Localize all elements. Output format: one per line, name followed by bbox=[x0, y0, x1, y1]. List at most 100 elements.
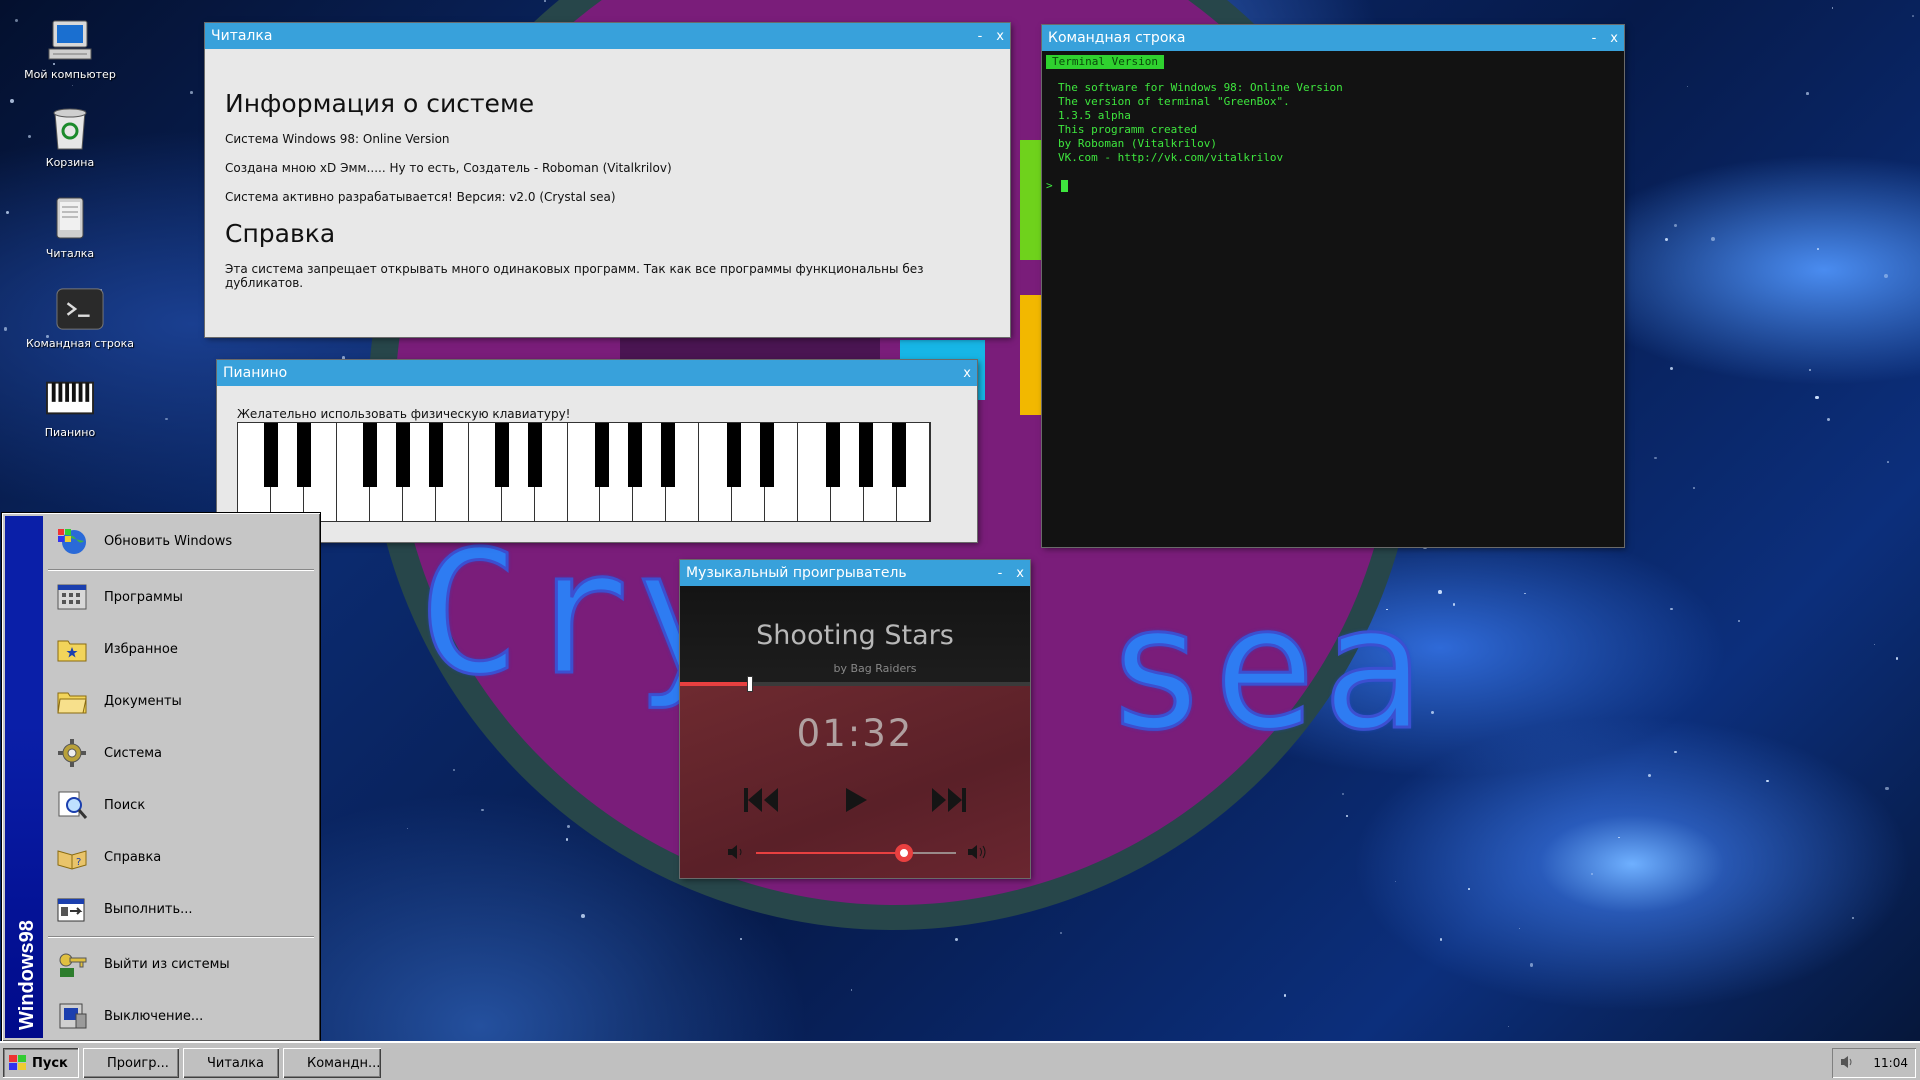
taskbar-button-terminal[interactable]: Командн... bbox=[283, 1048, 381, 1078]
terminal-icon bbox=[56, 285, 104, 333]
piano-black-key[interactable] bbox=[660, 423, 675, 487]
seek-bar-fill bbox=[680, 682, 750, 686]
computer-icon bbox=[46, 16, 94, 64]
desktop-icon-label: Пианино bbox=[44, 426, 96, 439]
piano-black-key[interactable] bbox=[891, 423, 906, 487]
run-icon bbox=[54, 891, 90, 927]
piano-black-key[interactable] bbox=[627, 423, 642, 487]
minimize-button[interactable]: - bbox=[998, 566, 1003, 581]
prev-button[interactable] bbox=[742, 786, 780, 818]
piano-icon bbox=[46, 374, 94, 422]
menu-item-documents[interactable]: Документы bbox=[46, 675, 316, 727]
desktop-icon-my-computer[interactable]: Мой компьютер bbox=[10, 16, 130, 81]
menu-item-windows-update[interactable]: Обновить Windows bbox=[46, 515, 316, 567]
menu-item-logoff[interactable]: Выйти из системы bbox=[46, 938, 316, 990]
sparkle bbox=[1873, 644, 1875, 646]
sparkle bbox=[850, 989, 853, 991]
sparkle bbox=[1507, 1025, 1510, 1028]
play-icon bbox=[846, 788, 867, 812]
menu-item-shutdown[interactable]: Выключение... bbox=[46, 990, 316, 1042]
sparkle bbox=[1452, 603, 1456, 606]
piano-black-key[interactable] bbox=[528, 423, 543, 487]
menu-item-system[interactable]: Система bbox=[46, 727, 316, 779]
sparkle bbox=[1710, 237, 1715, 241]
piano-black-key[interactable] bbox=[759, 423, 774, 487]
desktop-icon-piano[interactable]: Пианино bbox=[10, 374, 130, 439]
player-body: 01:32 bbox=[680, 676, 1030, 878]
volume-slider[interactable] bbox=[756, 844, 956, 862]
piano-black-key[interactable] bbox=[396, 423, 411, 487]
reader-titlebar[interactable]: Читалка - x bbox=[205, 23, 1010, 49]
sparkle bbox=[1430, 710, 1435, 715]
terminal-prompt: > bbox=[1046, 179, 1053, 192]
menu-item-programs[interactable]: Программы bbox=[46, 571, 316, 623]
close-button[interactable]: x bbox=[963, 366, 971, 381]
sparkle bbox=[1766, 780, 1769, 783]
piano-black-key[interactable] bbox=[363, 423, 378, 487]
sparkle bbox=[165, 417, 169, 421]
menu-item-label: Система bbox=[104, 745, 163, 761]
piano-black-key[interactable] bbox=[429, 423, 444, 487]
piano-black-key[interactable] bbox=[726, 423, 741, 487]
terminal-output[interactable]: Terminal Version The software for Window… bbox=[1042, 51, 1624, 197]
volume-tray-icon[interactable] bbox=[1840, 1055, 1856, 1072]
sparkle bbox=[1395, 880, 1397, 883]
sparkle bbox=[3, 326, 8, 331]
sparkle bbox=[1345, 814, 1349, 818]
menu-item-favorites[interactable]: Избранное bbox=[46, 623, 316, 675]
menu-item-label: Выключение... bbox=[104, 1008, 204, 1024]
piano-black-key[interactable] bbox=[594, 423, 609, 487]
menu-item-help[interactable]: ? Справка bbox=[46, 831, 316, 883]
sparkle bbox=[1912, 14, 1915, 17]
sparkle bbox=[9, 99, 14, 104]
sparkle bbox=[1826, 417, 1831, 422]
sparkle bbox=[1342, 792, 1345, 795]
close-button[interactable]: x bbox=[1610, 31, 1618, 46]
piano-titlebar[interactable]: Пианино x bbox=[217, 360, 977, 386]
piano-black-key[interactable] bbox=[297, 423, 312, 487]
start-menu: Windows98 Обновить Windows Программы Изб… bbox=[2, 513, 320, 1041]
settings-gear-icon bbox=[54, 735, 90, 771]
volume-slider-handle[interactable] bbox=[895, 844, 913, 862]
seek-bar-handle[interactable] bbox=[747, 676, 753, 692]
documents-folder-icon bbox=[54, 683, 90, 719]
sparkle bbox=[1519, 927, 1521, 929]
elapsed-time: 01:32 bbox=[796, 712, 914, 755]
sparkle bbox=[1670, 608, 1673, 611]
next-button[interactable] bbox=[930, 786, 968, 818]
play-button[interactable] bbox=[843, 786, 869, 818]
wallpaper-bar-green bbox=[1020, 140, 1042, 260]
sparkle bbox=[1647, 773, 1652, 778]
menu-item-run[interactable]: Выполнить... bbox=[46, 883, 316, 935]
piano-black-key[interactable] bbox=[858, 423, 873, 487]
start-button[interactable]: Пуск bbox=[3, 1048, 79, 1078]
menu-item-label: Документы bbox=[104, 693, 182, 709]
sparkle bbox=[1524, 592, 1526, 595]
taskbar: Пуск Проигр... Читалка Командн... 11:04 bbox=[0, 1041, 1920, 1080]
sparkle bbox=[955, 938, 959, 942]
recycle-bin-icon bbox=[46, 104, 94, 152]
desktop-icon-terminal[interactable]: Командная строка bbox=[20, 285, 140, 350]
piano-black-key[interactable] bbox=[495, 423, 510, 487]
desktop-icon-reader[interactable]: Читалка bbox=[10, 195, 130, 260]
terminal-input-line[interactable]: > bbox=[1046, 179, 1620, 193]
desktop-icon-recycle-bin[interactable]: Корзина bbox=[10, 104, 130, 169]
sparkle bbox=[5, 210, 9, 214]
programs-icon bbox=[54, 579, 90, 615]
taskbar-button-player[interactable]: Проигр... bbox=[83, 1048, 179, 1078]
close-button[interactable]: x bbox=[1016, 566, 1024, 581]
minimize-button[interactable]: - bbox=[1592, 31, 1597, 46]
minimize-button[interactable]: - bbox=[978, 29, 983, 44]
piano-black-key[interactable] bbox=[825, 423, 840, 487]
piano-keyboard[interactable] bbox=[237, 422, 931, 522]
taskbar-button-reader[interactable]: Читалка bbox=[183, 1048, 279, 1078]
seek-bar[interactable] bbox=[680, 676, 1030, 692]
sparkle bbox=[543, 0, 546, 3]
terminal-titlebar[interactable]: Командная строка - x bbox=[1042, 25, 1624, 51]
clock[interactable]: 11:04 bbox=[1873, 1056, 1908, 1070]
svg-text:?: ? bbox=[76, 857, 81, 868]
player-titlebar[interactable]: Музыкальный проигрыватель - x bbox=[680, 560, 1030, 586]
piano-black-key[interactable] bbox=[264, 423, 279, 487]
menu-item-search[interactable]: Поиск bbox=[46, 779, 316, 831]
close-button[interactable]: x bbox=[996, 29, 1004, 44]
